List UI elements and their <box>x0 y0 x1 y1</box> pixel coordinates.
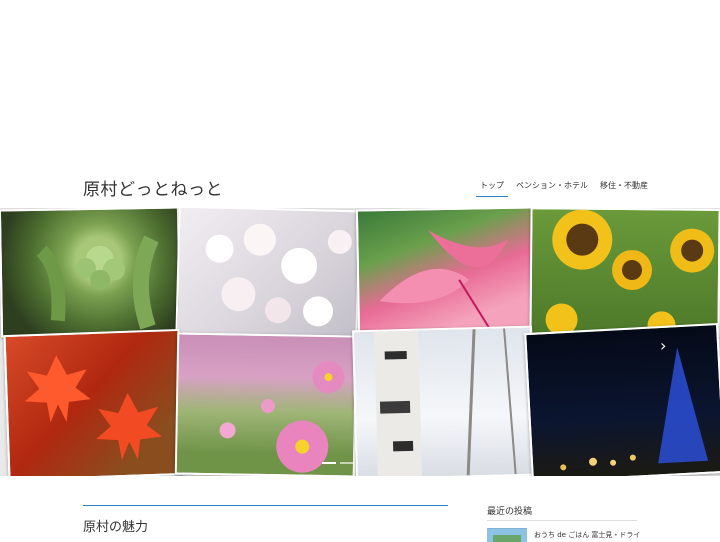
slider-dot-1[interactable] <box>322 462 336 464</box>
illumination-image <box>560 347 709 471</box>
recent-posts-title: 最近の投稿 <box>487 507 533 517</box>
maple-image <box>24 355 163 461</box>
thumbnail-image <box>487 529 527 542</box>
sidebar-rule <box>487 520 637 521</box>
nav-item-top[interactable]: トップ <box>474 180 510 198</box>
birch-image <box>374 328 517 476</box>
cherry-blossom-image <box>205 223 352 327</box>
photo-fukinoto <box>0 208 182 338</box>
slider-dot-2[interactable] <box>340 462 354 464</box>
recent-post-link[interactable]: おうち de ごはん 富士見・ドライ <box>534 530 640 540</box>
hero-slider[interactable]: › <box>0 208 720 476</box>
photo-birch-snow <box>352 325 536 476</box>
site-header: 原村どっとねっと トップ ペンション・ホテル 移住・不動産 <box>0 160 720 208</box>
site-title[interactable]: 原村どっとねっと <box>83 175 223 200</box>
photo-night-illumination <box>524 323 720 476</box>
slider-dots <box>322 462 354 464</box>
section-rule <box>83 505 448 506</box>
main-nav: トップ ペンション・ホテル 移住・不動産 <box>474 180 654 198</box>
lily-image <box>379 230 509 330</box>
photo-pink-lily <box>355 208 537 338</box>
slider-next-arrow[interactable]: › <box>660 336 666 355</box>
fukinoto-image <box>36 235 159 330</box>
nav-item-pension-hotel[interactable]: ペンション・ホテル <box>510 180 594 198</box>
section-title: 原村の魅力 <box>83 520 149 535</box>
photo-red-maple <box>3 328 185 476</box>
photo-sunflowers <box>529 208 720 337</box>
photo-cherry-blossoms <box>175 208 361 341</box>
cosmos-image <box>219 361 345 473</box>
photo-cosmos-field <box>174 332 358 476</box>
nav-item-relocation-realestate[interactable]: 移住・不動産 <box>594 180 654 198</box>
sunflower-image <box>545 209 715 337</box>
